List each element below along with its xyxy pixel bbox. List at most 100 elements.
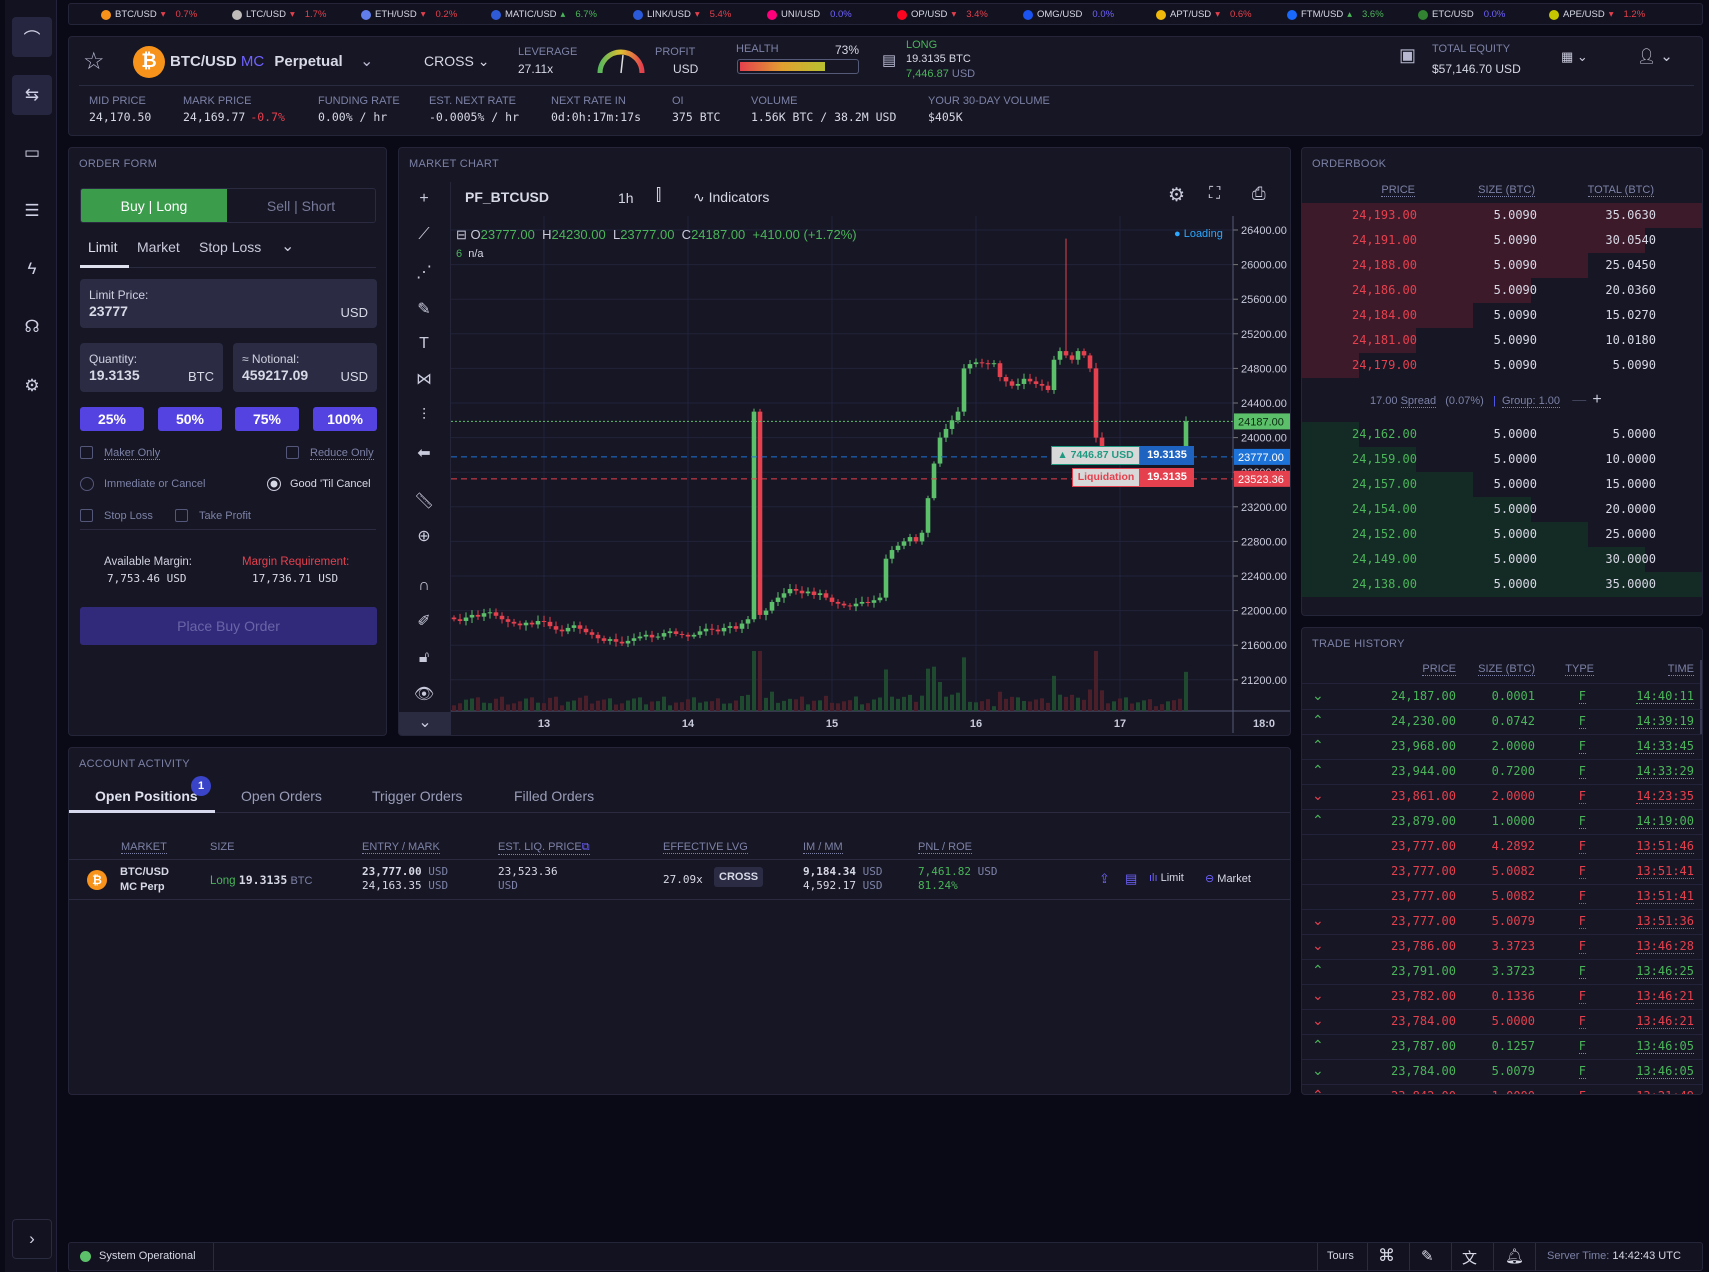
gear-icon[interactable]: ⚙ <box>12 366 52 406</box>
tab-market[interactable]: Market <box>137 239 180 255</box>
ask-row[interactable]: 24,184.00 5.0090 15.0270 <box>1302 303 1702 328</box>
pct-50-button[interactable]: 50% <box>158 407 222 431</box>
ticker-item[interactable]: FTM/USD ▴ 3.6% <box>1287 9 1384 20</box>
zoom-in-icon[interactable]: ⊕ <box>411 523 437 549</box>
ticker-item[interactable]: MATIC/USD ▴ 6.7% <box>491 9 597 20</box>
share-icon[interactable]: ⇪ <box>1099 871 1110 887</box>
magnet-icon[interactable]: ∩ <box>411 573 437 599</box>
chevron-down-icon[interactable]: ⌄ <box>399 712 451 735</box>
language-icon[interactable]: 文 <box>1462 1247 1477 1268</box>
bid-row[interactable]: 24,157.00 5.0000 15.0000 <box>1302 472 1702 497</box>
tab-open-orders[interactable]: Open Orders <box>241 788 322 804</box>
ticker-item[interactable]: ETC/USD 0.0% <box>1418 9 1505 20</box>
brush-icon[interactable]: ✎ <box>411 296 437 322</box>
bell-icon[interactable]: 🔔︎ <box>1505 1247 1524 1265</box>
plus-icon[interactable]: + <box>1592 391 1601 408</box>
ask-row[interactable]: 24,181.00 5.0090 10.0180 <box>1302 328 1702 353</box>
text-tool-icon[interactable]: T <box>411 331 437 357</box>
prediction-tool-icon[interactable]: ⫶ <box>411 403 437 429</box>
gtc-radio[interactable] <box>267 477 281 491</box>
trade-icon[interactable]: ⇆ <box>12 75 52 115</box>
interval-selector[interactable]: 1h <box>618 190 634 206</box>
position-qty-label[interactable]: 19.3135 <box>1140 446 1194 465</box>
ask-row[interactable]: 24,188.00 5.0090 25.0450 <box>1302 253 1702 278</box>
tab-open-positions[interactable]: Open Positions <box>95 788 198 804</box>
minus-icon[interactable]: — <box>1572 391 1586 407</box>
ticker-item[interactable]: LINK/USD ▾ 5.4% <box>633 9 731 20</box>
pct-100-button[interactable]: 100% <box>313 407 377 431</box>
tours-button[interactable]: Tours <box>1327 1250 1354 1262</box>
fullscreen-icon[interactable]: ⛶ <box>1209 185 1220 203</box>
eye-icon[interactable]: 👁︎ <box>411 681 437 707</box>
ticker-item[interactable]: APE/USD ▾ 1.2% <box>1549 9 1645 20</box>
user-menu-dropdown[interactable]: 👤︎ ⌄ <box>1637 47 1673 65</box>
layout-grid-dropdown[interactable]: ▦ ⌄ <box>1561 49 1588 65</box>
position-row[interactable]: ₿ BTC/USD MC Perp Long 19.3135 BTC 23,777… <box>69 860 1290 900</box>
position-pnl-label[interactable]: ▲ 7446.87 USD <box>1051 446 1140 465</box>
bid-row[interactable]: 24,138.00 5.0000 35.0000 <box>1302 572 1702 597</box>
pattern-tool-icon[interactable]: ⋈ <box>411 366 437 392</box>
maker-only-checkbox[interactable] <box>80 446 93 459</box>
margin-mode-dropdown[interactable]: CROSS ⌄ <box>424 53 489 70</box>
tab-stop-loss[interactable]: Stop Loss <box>199 239 261 255</box>
chart-symbol[interactable]: PF_BTCUSD <box>465 189 549 205</box>
settings-gear-icon[interactable]: ⚙ <box>1168 184 1185 207</box>
limit-close-button[interactable]: ılı Limit <box>1149 872 1184 884</box>
ticker-item[interactable]: LTC/USD ▾ 1.7% <box>232 9 326 20</box>
trend-line-icon[interactable]: ⟋ <box>411 222 437 248</box>
tab-trigger-orders[interactable]: Trigger Orders <box>372 788 463 804</box>
collapse-icon[interactable]: ⊟ <box>456 227 467 242</box>
group-size[interactable]: Group: 1.00 <box>1501 395 1561 408</box>
bid-row[interactable]: 24,154.00 5.0000 20.0000 <box>1302 497 1702 522</box>
place-buy-order-button[interactable]: Place Buy Order <box>80 607 377 645</box>
take-profit-checkbox[interactable] <box>175 509 188 522</box>
external-link-icon[interactable]: ⧉ <box>582 841 590 853</box>
indicators-button[interactable]: ∿ Indicators <box>693 189 769 206</box>
ticker-item[interactable]: APT/USD ▾ 0.6% <box>1156 9 1252 20</box>
lightning-icon[interactable]: ϟ <box>12 249 52 289</box>
command-key-icon[interactable]: ⌘ <box>1378 1246 1395 1266</box>
limit-price-input[interactable]: Limit Price: 23777 USD <box>80 279 377 328</box>
market-selector[interactable]: BTC/USD MC Perpetual <box>170 53 343 70</box>
crosshair-icon[interactable]: + <box>411 186 437 212</box>
unlock-icon[interactable]: 🔓︎ <box>411 645 437 671</box>
ticker-item[interactable]: ETH/USD ▾ 0.2% <box>361 9 457 20</box>
arrow-left-icon[interactable]: ⬅ <box>411 440 437 466</box>
sell-short-button[interactable]: Sell | Short <box>227 189 375 222</box>
star-icon[interactable]: ☆ <box>83 47 105 76</box>
fib-tool-icon[interactable]: ⋰ <box>411 259 437 285</box>
notional-input[interactable]: ≈ Notional: 459217.09 USD <box>233 343 377 392</box>
stop-loss-checkbox[interactable] <box>80 509 93 522</box>
ticker-item[interactable]: BTC/USD ▾ 0.7% <box>101 9 197 20</box>
ticker-item[interactable]: OP/USD ▾ 3.4% <box>897 9 988 20</box>
ask-row[interactable]: 24,193.00 5.0090 35.0630 <box>1302 203 1702 228</box>
kraken-logo-icon[interactable]: ⌒ <box>12 17 52 57</box>
buy-long-button[interactable]: Buy | Long <box>81 189 227 222</box>
list-icon[interactable]: ☰ <box>12 191 52 231</box>
quantity-input[interactable]: Quantity: 19.3135 BTC <box>80 343 223 392</box>
bid-row[interactable]: 24,162.00 5.0000 5.0000 <box>1302 422 1702 447</box>
bid-row[interactable]: 24,149.00 5.0000 30.0000 <box>1302 547 1702 572</box>
ask-row[interactable]: 24,191.00 5.0090 30.0540 <box>1302 228 1702 253</box>
pct-75-button[interactable]: 75% <box>235 407 299 431</box>
theme-icon[interactable]: ✎ <box>1421 1247 1434 1265</box>
lock-drawing-icon[interactable]: ✐ <box>411 608 437 634</box>
document-icon[interactable]: ▤ <box>1125 871 1137 887</box>
chevron-down-icon[interactable]: ⌄ <box>360 51 373 71</box>
support-headset-icon[interactable]: ☊ <box>12 307 52 347</box>
ask-row[interactable]: 24,179.00 5.0090 5.0090 <box>1302 353 1702 378</box>
market-close-button[interactable]: ⊖ Market <box>1205 872 1251 885</box>
ticker-item[interactable]: UNI/USD 0.0% <box>767 9 852 20</box>
ruler-icon[interactable]: 📏︎ <box>411 488 437 514</box>
bid-row[interactable]: 24,159.00 5.0000 10.0000 <box>1302 447 1702 472</box>
ticker-item[interactable]: OMG/USD 0.0% <box>1023 9 1114 20</box>
wallet-icon[interactable]: ▭ <box>12 133 52 173</box>
reduce-only-checkbox[interactable] <box>286 446 299 459</box>
bid-row[interactable]: 24,152.00 5.0000 25.0000 <box>1302 522 1702 547</box>
candle-type-icon[interactable]: ⫿ <box>656 187 661 205</box>
camera-icon[interactable]: ⎙ <box>1252 184 1266 204</box>
tab-limit[interactable]: Limit <box>88 239 118 255</box>
ioc-radio[interactable] <box>80 477 94 491</box>
pct-25-button[interactable]: 25% <box>80 407 144 431</box>
chevron-right-icon[interactable]: › <box>12 1219 52 1259</box>
